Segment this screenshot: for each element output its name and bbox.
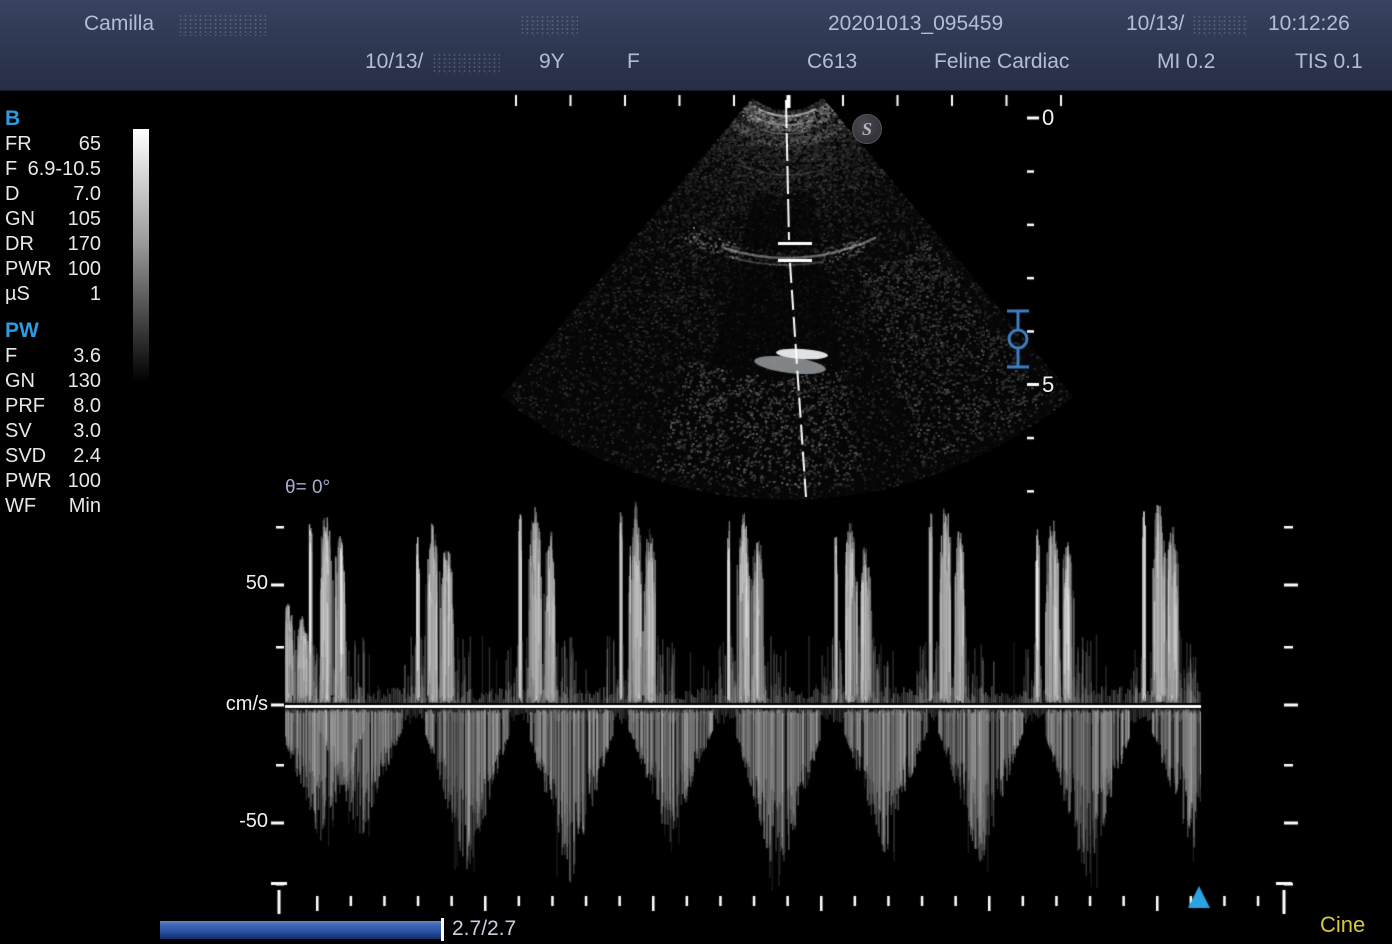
param-row: GN 105 bbox=[5, 207, 101, 232]
param-label: F bbox=[5, 345, 18, 367]
param-label: GN bbox=[5, 370, 35, 392]
tis-value: TIS 0.1 bbox=[1295, 50, 1363, 73]
patient-name: Camilla bbox=[84, 12, 155, 35]
param-value: 2.4 bbox=[73, 445, 101, 467]
current-time: 10:12:26 bbox=[1268, 12, 1350, 35]
param-row: F 6.9-10.5 bbox=[5, 157, 101, 182]
manufacturer-logo: S bbox=[852, 114, 882, 144]
param-row: WF Min bbox=[5, 494, 101, 519]
param-row: PWR 100 bbox=[5, 469, 101, 494]
param-value: 6.9-10.5 bbox=[27, 158, 101, 180]
cine-label[interactable]: Cine bbox=[1320, 912, 1365, 938]
depth-label-5: 5 bbox=[1042, 372, 1055, 397]
patient-age: 9Y bbox=[539, 50, 565, 73]
exam-id: 20201013_095459 bbox=[828, 12, 1004, 35]
pw-mode-parameter-panel: PW F 3.6 GN 130 PRF 8.0 SV 3.0 SVD 2.4 PWR 100… bbox=[5, 318, 101, 519]
param-value: 170 bbox=[67, 233, 101, 255]
param-row: PWR 100 bbox=[5, 257, 101, 282]
patient-sex: F bbox=[627, 50, 640, 73]
redacted-patient-surname bbox=[178, 14, 266, 36]
param-value: 100 bbox=[67, 470, 101, 492]
doppler-angle-label: θ= 0° bbox=[285, 477, 331, 498]
cine-progress-cursor[interactable] bbox=[441, 918, 444, 941]
probe-model: C613 bbox=[807, 50, 858, 73]
param-label: PWR bbox=[5, 258, 52, 280]
param-label: µS bbox=[5, 283, 30, 305]
param-label: F bbox=[5, 158, 18, 180]
grayscale-map-bar bbox=[133, 129, 149, 382]
velocity-label-upper: 50 bbox=[245, 572, 268, 594]
velocity-unit-label: cm/s bbox=[225, 693, 268, 715]
header-bar: Camilla 20201013_095459 10/13/ 10:12:26 … bbox=[0, 0, 1392, 91]
ultrasound-screen: Camilla 20201013_095459 10/13/ 10:12:26 … bbox=[0, 0, 1392, 944]
depth-label-0: 0 bbox=[1042, 105, 1055, 130]
param-row: D 7.0 bbox=[5, 182, 101, 207]
param-row: SVD 2.4 bbox=[5, 444, 101, 469]
param-value: 100 bbox=[67, 258, 101, 280]
param-value: 130 bbox=[67, 370, 101, 392]
current-date-prefix: 10/13/ bbox=[1126, 12, 1185, 35]
param-label: SVD bbox=[5, 445, 47, 467]
param-label: PWR bbox=[5, 470, 52, 492]
param-label: PRF bbox=[5, 395, 45, 417]
cine-progress-bar[interactable] bbox=[160, 921, 441, 939]
cine-progress-value: 2.7/2.7 bbox=[452, 917, 517, 940]
param-row: PRF 8.0 bbox=[5, 394, 101, 419]
redacted-date-year bbox=[1192, 15, 1248, 36]
pw-mode-title: PW bbox=[5, 319, 39, 342]
param-value: 7.0 bbox=[73, 183, 101, 205]
param-row: SV 3.0 bbox=[5, 419, 101, 444]
param-row: DR 170 bbox=[5, 232, 101, 257]
param-value: 8.0 bbox=[73, 395, 101, 417]
param-label: SV bbox=[5, 420, 32, 442]
param-row: µS 1 bbox=[5, 282, 101, 307]
param-value: 1 bbox=[89, 283, 101, 305]
param-label: FR bbox=[5, 133, 32, 155]
b-mode-title: B bbox=[5, 107, 21, 130]
param-value: 3.0 bbox=[73, 420, 101, 442]
study-date-prefix: 10/13/ bbox=[365, 50, 424, 73]
param-label: GN bbox=[5, 208, 35, 230]
velocity-label-lower: -50 bbox=[239, 810, 268, 832]
mi-value: MI 0.2 bbox=[1157, 50, 1216, 73]
param-value: 3.6 bbox=[73, 345, 101, 367]
param-label: D bbox=[5, 183, 20, 205]
redacted-header-text bbox=[520, 15, 578, 36]
param-label: DR bbox=[5, 233, 34, 255]
param-row: GN 130 bbox=[5, 369, 101, 394]
param-row: F 3.6 bbox=[5, 344, 101, 369]
b-mode-parameter-panel: B FR 65 F 6.9-10.5 D 7.0 GN 105 DR 170 PWR 100… bbox=[5, 106, 101, 307]
param-row: FR 65 bbox=[5, 132, 101, 157]
exam-preset: Feline Cardiac bbox=[934, 50, 1070, 73]
param-value: Min bbox=[68, 495, 101, 517]
param-value: 105 bbox=[67, 208, 101, 230]
redacted-study-date-year bbox=[432, 53, 500, 74]
imaging-display-canvas bbox=[0, 0, 1392, 944]
param-value: 65 bbox=[78, 133, 101, 155]
param-label: WF bbox=[5, 495, 37, 517]
